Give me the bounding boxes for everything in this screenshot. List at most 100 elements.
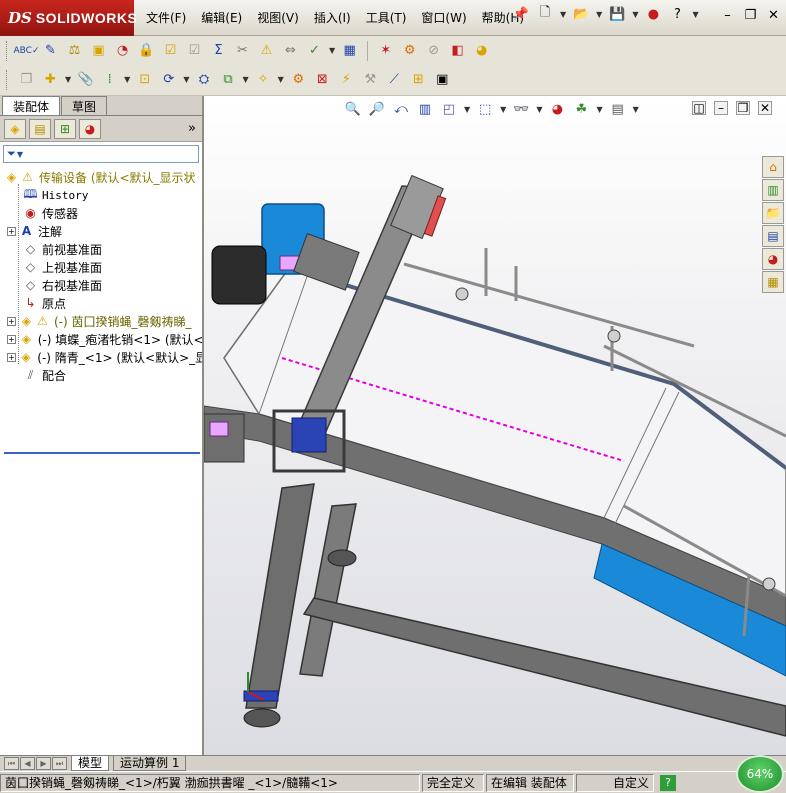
spell-check-icon[interactable]: ABC✓	[14, 41, 40, 60]
save-dropdown-icon[interactable]: ▼	[632, 10, 638, 19]
interference-icon[interactable]: ⚒	[361, 70, 380, 89]
rotate-component-icon[interactable]: ⟳	[159, 70, 178, 89]
toolbar-grip[interactable]	[6, 69, 9, 90]
render-icon[interactable]: ◕	[472, 41, 491, 60]
tree-root-assembly[interactable]: ◈ ⚠ 传输设备 (默认<默认_显示状	[0, 168, 202, 186]
tree-filter[interactable]: ⏷ ▼	[3, 145, 199, 163]
restore-icon[interactable]: ❐	[742, 7, 759, 23]
intersect-icon[interactable]: ✂	[233, 41, 252, 60]
design-library-icon[interactable]: ▥	[762, 179, 784, 201]
help-icon[interactable]: ?	[668, 5, 686, 23]
sigma-icon[interactable]: Σ	[209, 41, 228, 60]
bom-icon[interactable]: ⚙	[289, 70, 308, 89]
appearances-icon[interactable]: ◕	[762, 248, 784, 270]
more-tabs-icon[interactable]: »	[188, 121, 196, 136]
status-custom[interactable]: 自定义	[576, 773, 654, 792]
prev-tab-icon[interactable]: ◀	[20, 757, 35, 770]
orientation-dropdown-icon[interactable]: ▼	[464, 105, 470, 114]
zoom-area-icon[interactable]: 🔎	[368, 100, 386, 118]
edit-component-icon[interactable]: ✎	[41, 41, 60, 60]
instant3d-icon[interactable]: ⟋	[385, 70, 404, 89]
tree-item-sensors[interactable]: ◉ 传感器	[0, 204, 202, 222]
close-icon[interactable]: ✕	[765, 7, 782, 23]
open-folder-icon[interactable]: 📂	[572, 5, 590, 23]
view-settings-dropdown-icon[interactable]: ▼	[633, 105, 639, 114]
reference-geometry-icon[interactable]: ✧	[254, 70, 273, 89]
viewport-restore-icon[interactable]: ❐	[736, 101, 750, 115]
expand-icon[interactable]: +	[7, 226, 16, 236]
lock-icon[interactable]: 🔒	[137, 41, 156, 60]
tree-item-component-2[interactable]: + ◈ (-) 填蝶_疱渚牝销<1> (默认<	[0, 330, 202, 348]
balance-icon[interactable]: ⚖	[65, 41, 84, 60]
section-view-icon[interactable]: ▥	[416, 100, 434, 118]
solidworks-logo[interactable]: DS SOLIDWORKS	[0, 0, 137, 36]
mates-icon[interactable]: ✓	[305, 41, 324, 60]
new-part-dropdown-icon[interactable]: ▼	[65, 75, 71, 84]
open-dropdown-icon[interactable]: ▼	[596, 10, 602, 19]
tree-item-front-plane[interactable]: ◇ 前视基准面	[0, 240, 202, 258]
warning-icon[interactable]: ⚠	[257, 41, 276, 60]
tree-item-mates[interactable]: ⫽ 配合	[0, 366, 202, 384]
tree-item-history[interactable]: 🕮 History	[0, 186, 202, 204]
next-tab-icon[interactable]: ▶	[36, 757, 51, 770]
zoom-to-fit-icon[interactable]: 🔍	[344, 100, 362, 118]
pattern-icon[interactable]: ⁞	[100, 70, 119, 89]
explode-icon[interactable]: ✶	[376, 41, 395, 60]
table-check-icon[interactable]: ▦	[340, 41, 359, 60]
tree-item-origin[interactable]: ↳ 原点	[0, 294, 202, 312]
gauge-icon[interactable]: ◔	[113, 41, 132, 60]
expand-icon[interactable]: +	[7, 316, 16, 326]
circle-check-icon[interactable]: ⊘	[424, 41, 443, 60]
snapshot-icon[interactable]: ▣	[433, 70, 452, 89]
explode-line-icon[interactable]: ⚡	[337, 70, 356, 89]
menu-window[interactable]: 窗口(W)	[421, 9, 466, 26]
feature-tree-icon[interactable]: ◈	[4, 118, 26, 139]
split-view-icon[interactable]: ◫	[692, 101, 706, 115]
display-style-dropdown-icon[interactable]: ▼	[500, 105, 506, 114]
view-settings-icon[interactable]: ▤	[609, 100, 627, 118]
expand-icon[interactable]: +	[7, 352, 16, 362]
graphics-viewport[interactable]: 🔍 🔎 ⤺ ▥ ◰ ▼ ⬚ ▼ 👓 ▼ ◕ ☘ ▼ ▤ ▼ ◫ – ❐ ✕ ⌂ ▥ 📁 ▤…	[204, 96, 786, 755]
custom-properties-icon[interactable]: ▦	[762, 271, 784, 293]
menu-edit[interactable]: 编辑(E)	[201, 9, 242, 26]
reference-dropdown-icon[interactable]: ▼	[278, 75, 284, 84]
tab-model[interactable]: 模型	[71, 756, 110, 771]
checkbox-gray-icon[interactable]: ☑	[185, 41, 204, 60]
tree-item-component-1[interactable]: + ◈ ⚠ (-) 茵囗揆销蝇_磬剱祷睇_	[0, 312, 202, 330]
viewport-minimize-icon[interactable]: –	[714, 101, 728, 115]
conveyor-assembly-model[interactable]	[204, 96, 786, 755]
edit-appearance-icon[interactable]: ◕	[548, 100, 566, 118]
new-part-icon[interactable]: ✚	[41, 70, 60, 89]
minimize-icon[interactable]: –	[719, 7, 736, 23]
expand-icon[interactable]: +	[7, 334, 16, 344]
tab-motion-study[interactable]: 运动算例 1	[113, 756, 187, 771]
viewport-close-icon[interactable]: ✕	[758, 101, 772, 115]
smart-fastener-icon[interactable]: ⛭	[194, 70, 213, 89]
insert-component-icon[interactable]: ▣	[89, 41, 108, 60]
help-dropdown-icon[interactable]: ▼	[692, 10, 698, 19]
tree-item-component-3[interactable]: + ◈ (-) 隋青_<1> (默认<默认>_显	[0, 348, 202, 366]
pattern-dropdown-icon[interactable]: ▼	[124, 75, 130, 84]
last-tab-icon[interactable]: ⏭	[52, 757, 67, 770]
checkbox-icon[interactable]: ☑	[161, 41, 180, 60]
hide-show-dropdown-icon[interactable]: ▼	[536, 105, 542, 114]
display-manager-icon[interactable]: ◕	[79, 118, 101, 139]
gear-color-icon[interactable]: ⚙	[400, 41, 419, 60]
rotate-dropdown-icon[interactable]: ▼	[183, 75, 189, 84]
menu-insert[interactable]: 插入(I)	[314, 9, 351, 26]
property-manager-icon[interactable]: ▤	[29, 118, 51, 139]
exploded-view-icon[interactable]: ⊠	[313, 70, 332, 89]
assembly-feature-dropdown-icon[interactable]: ▼	[242, 75, 248, 84]
paperclip-icon[interactable]: 📎	[76, 70, 95, 89]
configuration-icon[interactable]: ⊞	[54, 118, 76, 139]
hide-show-icon[interactable]: 👓	[512, 100, 530, 118]
split-icon[interactable]: ⇔	[281, 41, 300, 60]
move-component-icon[interactable]: ⊡	[135, 70, 154, 89]
menu-tools[interactable]: 工具(T)	[366, 9, 407, 26]
appearance-icon[interactable]: ◧	[448, 41, 467, 60]
assembly-feature-icon[interactable]: ⧉	[218, 70, 237, 89]
tree-item-right-plane[interactable]: ◇ 右视基准面	[0, 276, 202, 294]
save-icon[interactable]: 💾	[608, 5, 626, 23]
tree-item-annotations[interactable]: + A 注解	[0, 222, 202, 240]
status-help-icon[interactable]: ?	[660, 774, 676, 791]
